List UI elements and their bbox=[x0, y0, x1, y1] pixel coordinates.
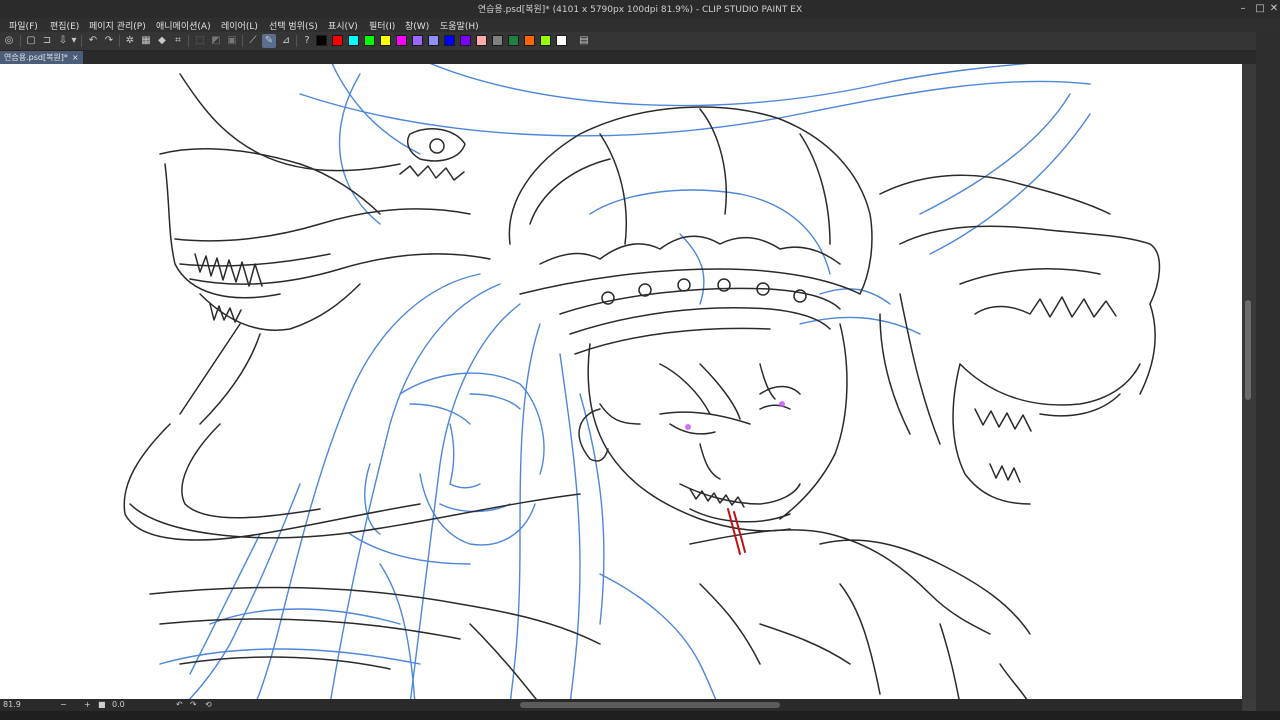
menu-edit[interactable]: 편집(E) bbox=[50, 19, 79, 32]
menu-bar: 파일(F) 편집(E) 페이지 관리(P) 애니메이션(A) 레이어(L) 선택… bbox=[0, 18, 1280, 32]
help-icon[interactable]: ? bbox=[300, 34, 314, 48]
transform-icon[interactable]: ⌗ bbox=[171, 34, 185, 48]
zoom-out-icon[interactable]: − bbox=[60, 699, 67, 711]
minimize-button[interactable]: – bbox=[1236, 1, 1250, 16]
document-tab-label: 연습용.psd[복원]* bbox=[4, 53, 68, 62]
rotate-right-icon[interactable]: ↷ bbox=[190, 699, 197, 711]
fit-view-icon[interactable]: ■ bbox=[98, 699, 106, 711]
menu-page[interactable]: 페이지 관리(P) bbox=[89, 19, 146, 32]
zoom-value[interactable]: 81.9 bbox=[3, 699, 21, 711]
collapsed-panel-strip[interactable] bbox=[1256, 32, 1280, 720]
menu-window[interactable]: 창(W) bbox=[405, 19, 429, 32]
command-toolbar: ◎ ▢ ⊐ ⇩ ▾ ↶ ↷ ✲ ▦ ◆ ⌗ ⬚ ◩ ▣ ⟋ ✎ ⊿ ? ▤ bbox=[0, 32, 1280, 51]
rotation-value[interactable]: 0.0 bbox=[112, 699, 125, 711]
toolbar-separator bbox=[242, 35, 243, 47]
canvas[interactable] bbox=[0, 64, 1242, 699]
selection-icon[interactable]: ⬚ bbox=[193, 34, 207, 48]
invert-selection-icon[interactable]: ◩ bbox=[209, 34, 223, 48]
red-accent bbox=[727, 508, 746, 555]
menu-filter[interactable]: 필터(I) bbox=[369, 19, 395, 32]
maximize-button[interactable]: □ bbox=[1253, 1, 1267, 16]
clear-outside-icon[interactable]: ▦ bbox=[139, 34, 153, 48]
close-icon[interactable]: × bbox=[72, 53, 79, 62]
undo-icon[interactable]: ↶ bbox=[86, 34, 100, 48]
menu-layer[interactable]: 레이어(L) bbox=[221, 19, 258, 32]
color-swatch-lime[interactable] bbox=[540, 35, 551, 46]
settings-icon[interactable]: ▤ bbox=[577, 34, 591, 48]
clear-icon[interactable]: ✲ bbox=[123, 34, 137, 48]
color-swatch-red[interactable] bbox=[332, 35, 343, 46]
color-swatch-dark-green[interactable] bbox=[508, 35, 519, 46]
menu-animation[interactable]: 애니메이션(A) bbox=[156, 19, 211, 32]
color-swatch-black[interactable] bbox=[316, 35, 327, 46]
window-bottom-edge bbox=[0, 711, 1280, 720]
menu-view[interactable]: 표시(V) bbox=[328, 19, 358, 32]
color-swatch-cyan[interactable] bbox=[348, 35, 359, 46]
rotate-left-icon[interactable]: ↶ bbox=[176, 699, 183, 711]
color-swatch-orange[interactable] bbox=[524, 35, 535, 46]
fill-icon[interactable]: ◆ bbox=[155, 34, 169, 48]
menu-help[interactable]: 도움말(H) bbox=[440, 19, 479, 32]
open-file-icon[interactable]: ⊐ bbox=[40, 34, 54, 48]
toolbar-separator bbox=[188, 35, 189, 47]
deselect-icon[interactable]: ▣ bbox=[225, 34, 239, 48]
close-window-button[interactable]: ✕ bbox=[1267, 1, 1280, 16]
pen-icon[interactable]: ✎ bbox=[262, 34, 276, 48]
horizontal-scroll-thumb[interactable] bbox=[520, 702, 780, 708]
chevron-down-icon[interactable]: ▾ bbox=[70, 34, 78, 48]
toolbar-separator bbox=[296, 35, 297, 47]
color-swatch-blue[interactable] bbox=[444, 35, 455, 46]
ruler-icon[interactable]: ⟋ bbox=[246, 34, 260, 48]
graphite-linework bbox=[123, 73, 1161, 699]
toolbar-separator bbox=[20, 35, 21, 47]
color-swatch-green[interactable] bbox=[364, 35, 375, 46]
color-swatch-gray[interactable] bbox=[492, 35, 503, 46]
color-swatch-violet[interactable] bbox=[412, 35, 423, 46]
title-bar: 연습용.psd[복원]* (4101 x 5790px 100dpi 81.9%… bbox=[0, 0, 1280, 18]
navigator-icon[interactable]: ◎ bbox=[2, 34, 16, 48]
zoom-in-icon[interactable]: + bbox=[84, 699, 91, 711]
toolbar-separator bbox=[81, 35, 82, 47]
menu-selection[interactable]: 선택 범위(S) bbox=[269, 19, 318, 32]
menu-file[interactable]: 파일(F) bbox=[9, 19, 38, 32]
window-title: 연습용.psd[복원]* (4101 x 5790px 100dpi 81.9%… bbox=[477, 5, 803, 15]
blue-rough-sketch bbox=[159, 64, 1091, 699]
reset-rotation-icon[interactable]: ⟲ bbox=[205, 699, 212, 711]
color-swatch-pink[interactable] bbox=[476, 35, 487, 46]
color-swatch-purple[interactable] bbox=[460, 35, 471, 46]
eraser-icon[interactable]: ⊿ bbox=[279, 34, 293, 48]
color-swatch-white[interactable] bbox=[556, 35, 567, 46]
save-icon[interactable]: ⇩ bbox=[56, 34, 70, 48]
color-swatch-yellow[interactable] bbox=[380, 35, 391, 46]
new-file-icon[interactable]: ▢ bbox=[24, 34, 38, 48]
status-bar: 81.9 − + ■ 0.0 ↶ ↷ ⟲ bbox=[0, 699, 1242, 711]
redo-icon[interactable]: ↷ bbox=[102, 34, 116, 48]
document-tab[interactable]: 연습용.psd[복원]* × bbox=[0, 51, 83, 64]
vertical-scroll-thumb[interactable] bbox=[1245, 300, 1251, 400]
color-swatch-magenta[interactable] bbox=[396, 35, 407, 46]
toolbar-separator bbox=[119, 35, 120, 47]
document-tab-bar: 연습용.psd[복원]* × bbox=[0, 51, 1280, 64]
color-swatch-periwinkle[interactable] bbox=[428, 35, 439, 46]
sketch-artwork bbox=[123, 64, 1161, 699]
